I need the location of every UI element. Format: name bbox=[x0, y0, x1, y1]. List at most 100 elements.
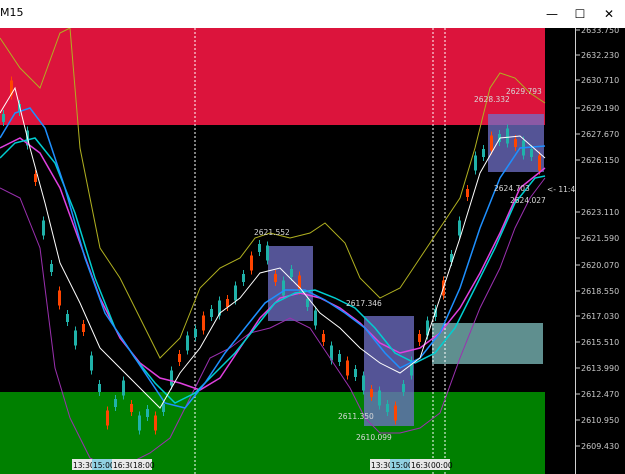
candle-body bbox=[466, 189, 469, 197]
candle-body bbox=[266, 245, 269, 261]
time-label: 15:00 bbox=[391, 461, 413, 470]
price-label: 2610.950 bbox=[581, 416, 619, 425]
price-annotation: 2629.793 bbox=[506, 87, 542, 96]
price-label: 2620.070 bbox=[581, 261, 619, 270]
chart-canvas[interactable]: 2628.3322629.793 2621.552 2617.346 2624.703… bbox=[0, 28, 575, 474]
price-annotation: 2624.703 bbox=[494, 184, 530, 193]
candle-body bbox=[242, 274, 245, 282]
window-title: M15 bbox=[0, 6, 24, 19]
price-label: 2618.550 bbox=[581, 287, 619, 296]
candle-body bbox=[314, 310, 317, 326]
price-label: 2612.470 bbox=[581, 390, 619, 399]
price-annotation: 2621.552 bbox=[254, 228, 290, 237]
price-annotation: 2611.350 bbox=[338, 412, 374, 421]
candle-body bbox=[122, 380, 125, 396]
candle-body bbox=[306, 299, 309, 307]
candle-body bbox=[226, 299, 229, 307]
candle-body bbox=[514, 139, 517, 147]
time-label: 16:30 bbox=[113, 461, 135, 470]
candle-body bbox=[58, 290, 61, 306]
candle-body bbox=[170, 370, 173, 386]
candle-body bbox=[538, 155, 541, 171]
candle-body bbox=[378, 390, 381, 406]
time-label: 16:30 bbox=[411, 461, 433, 470]
candle-body bbox=[418, 334, 421, 342]
candle-body bbox=[154, 415, 157, 431]
price-label: 2609.430 bbox=[581, 442, 619, 451]
candle-body bbox=[186, 335, 189, 351]
price-label: 2623.110 bbox=[581, 208, 619, 217]
candle-body bbox=[474, 155, 477, 171]
time-label: 00:00 bbox=[431, 461, 453, 470]
price-annotation: 2610.099 bbox=[356, 433, 392, 442]
candle-body bbox=[346, 360, 349, 376]
window-titlebar: M15 — ☐ ✕ bbox=[0, 0, 625, 28]
candle-body bbox=[530, 149, 533, 157]
candle-body bbox=[82, 324, 85, 332]
candle-body bbox=[402, 384, 405, 392]
maximize-button[interactable]: ☐ bbox=[565, 0, 595, 28]
price-label: 2621.590 bbox=[581, 234, 619, 243]
candle-body bbox=[74, 330, 77, 346]
candle-body bbox=[210, 309, 213, 317]
candle-body bbox=[274, 274, 277, 282]
candle-body bbox=[202, 315, 205, 331]
time-label: 15:00 bbox=[93, 461, 115, 470]
candle-body bbox=[98, 384, 101, 392]
candle-body bbox=[106, 410, 109, 426]
candle-body bbox=[362, 375, 365, 391]
candle-body bbox=[506, 128, 509, 144]
candle-body bbox=[90, 355, 93, 371]
minimize-button[interactable]: — bbox=[537, 0, 567, 28]
candle-body bbox=[146, 409, 149, 417]
candle-body bbox=[114, 399, 117, 407]
price-label: 2633.750 bbox=[581, 28, 619, 35]
price-label: 2613.990 bbox=[581, 364, 619, 373]
candle-body bbox=[322, 334, 325, 342]
candle-body bbox=[458, 220, 461, 236]
candle-body bbox=[66, 314, 69, 322]
session-box-1 bbox=[268, 246, 313, 321]
candle-body bbox=[250, 255, 253, 271]
candle-body bbox=[162, 404, 165, 412]
price-label: 2615.510 bbox=[581, 338, 619, 347]
candle-body bbox=[386, 404, 389, 412]
maximize-icon: ☐ bbox=[574, 7, 586, 21]
candle-body bbox=[34, 174, 37, 182]
candle-body bbox=[490, 135, 493, 151]
price-axis[interactable]: 2633.750 2632.230 2630.710 2629.190 2627.670… bbox=[575, 28, 625, 474]
candle-body bbox=[178, 354, 181, 362]
candle-body bbox=[234, 285, 237, 301]
time-label: 18:00 bbox=[133, 461, 155, 470]
candle-body bbox=[482, 149, 485, 157]
time-label: 13:30 bbox=[371, 461, 393, 470]
candle-body bbox=[50, 264, 53, 272]
candle-body bbox=[282, 280, 285, 296]
price-label: 2626.150 bbox=[581, 156, 619, 165]
candle-body bbox=[2, 114, 5, 122]
candle-body bbox=[290, 269, 293, 277]
price-annotation: 2617.346 bbox=[346, 299, 382, 308]
price-annotation: 2624.027 bbox=[510, 196, 546, 205]
resistance-zone bbox=[0, 28, 545, 125]
candle-body bbox=[194, 329, 197, 337]
price-annotation: 2628.332 bbox=[474, 95, 510, 104]
candle-body bbox=[370, 389, 373, 397]
price-label: 2627.670 bbox=[581, 130, 619, 139]
price-label: 2629.190 bbox=[581, 104, 619, 113]
price-axis-canvas: 2633.750 2632.230 2630.710 2629.190 2627.670… bbox=[576, 28, 619, 451]
close-icon: ✕ bbox=[603, 7, 615, 21]
price-label: 2630.710 bbox=[581, 76, 619, 85]
minimize-icon: — bbox=[546, 7, 558, 21]
close-button[interactable]: ✕ bbox=[594, 0, 624, 28]
candle-body bbox=[42, 220, 45, 236]
price-label: 2617.030 bbox=[581, 312, 619, 321]
candle-body bbox=[130, 404, 133, 412]
candle-body bbox=[354, 369, 357, 377]
time-label: 13:30 bbox=[73, 461, 95, 470]
candle-body bbox=[258, 244, 261, 252]
consolidation-box bbox=[432, 323, 543, 364]
candle-body bbox=[338, 354, 341, 362]
chart-area[interactable]: 2628.332 2629.793 2621.552 2617.346 2624.703… bbox=[0, 28, 575, 474]
price-label: 2632.230 bbox=[581, 51, 619, 60]
